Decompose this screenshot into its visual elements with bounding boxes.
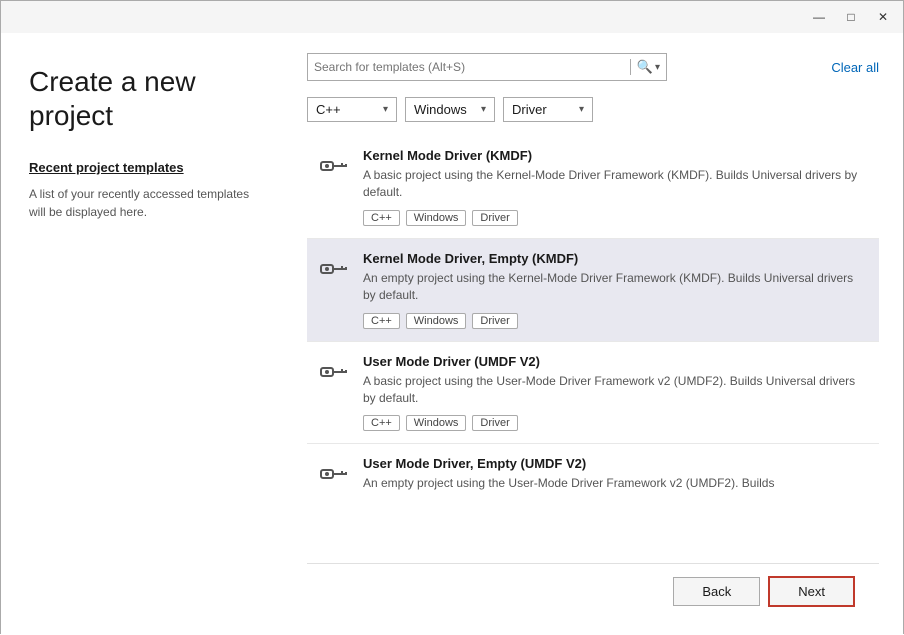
page-title: Create a new project: [29, 65, 263, 132]
template-desc: A basic project using the Kernel-Mode Dr…: [363, 167, 867, 202]
template-item-umdf-v2-empty[interactable]: User Mode Driver, Empty (UMDF V2) An empt…: [307, 444, 879, 512]
driver-icon: [319, 150, 351, 182]
tag-c++: C++: [363, 210, 400, 226]
minimize-button[interactable]: —: [807, 5, 831, 29]
project-type-filter-value: Driver: [512, 102, 547, 117]
project-type-filter[interactable]: Driver ▾: [503, 97, 593, 122]
right-panel: 🔍 ▾ Clear all C++ ▾ Windows ▾ Driver ▾: [291, 33, 903, 635]
template-content: Kernel Mode Driver (KMDF) A basic project…: [363, 148, 867, 226]
template-title: Kernel Mode Driver (KMDF): [363, 148, 867, 163]
tag-windows: Windows: [406, 313, 467, 329]
title-bar: — □ ✕: [1, 1, 903, 33]
tag-driver: Driver: [472, 313, 517, 329]
search-icon-btn[interactable]: 🔍 ▾: [630, 59, 660, 75]
search-dropdown-arrow[interactable]: ▾: [655, 62, 660, 73]
platform-filter-value: Windows: [414, 102, 467, 117]
clear-all-link[interactable]: Clear all: [831, 60, 879, 75]
tag-driver: Driver: [472, 210, 517, 226]
left-panel: Create a new project Recent project temp…: [1, 33, 291, 635]
driver-icon: [319, 253, 351, 285]
template-item-kmdf[interactable]: Kernel Mode Driver (KMDF) A basic project…: [307, 136, 879, 239]
language-filter-value: C++: [316, 102, 341, 117]
template-content: Kernel Mode Driver, Empty (KMDF) An empty…: [363, 251, 867, 329]
tag-c++: C++: [363, 415, 400, 431]
template-tags: C++ Windows Driver: [363, 210, 867, 226]
tag-c++: C++: [363, 313, 400, 329]
platform-filter-arrow: ▾: [481, 104, 486, 115]
template-title: User Mode Driver (UMDF V2): [363, 354, 867, 369]
templates-list: Kernel Mode Driver (KMDF) A basic project…: [307, 136, 879, 563]
project-type-filter-arrow: ▾: [579, 104, 584, 115]
tag-windows: Windows: [406, 210, 467, 226]
template-content: User Mode Driver, Empty (UMDF V2) An empt…: [363, 456, 867, 500]
maximize-button[interactable]: □: [839, 5, 863, 29]
tag-driver: Driver: [472, 415, 517, 431]
close-button[interactable]: ✕: [871, 5, 895, 29]
template-desc: A basic project using the User-Mode Driv…: [363, 373, 867, 408]
template-content: User Mode Driver (UMDF V2) A basic projec…: [363, 354, 867, 432]
main-layout: Create a new project Recent project temp…: [1, 33, 903, 635]
back-button[interactable]: Back: [673, 577, 760, 606]
tag-windows: Windows: [406, 415, 467, 431]
template-tags: C++ Windows Driver: [363, 415, 867, 431]
search-input[interactable]: [314, 60, 630, 74]
next-button[interactable]: Next: [768, 576, 855, 607]
language-filter-arrow: ▾: [383, 104, 388, 115]
search-row: 🔍 ▾ Clear all: [307, 53, 879, 81]
filter-row: C++ ▾ Windows ▾ Driver ▾: [307, 97, 879, 122]
recent-heading: Recent project templates: [29, 160, 263, 175]
template-desc: An empty project using the Kernel-Mode D…: [363, 270, 867, 305]
search-icon: 🔍: [637, 59, 653, 75]
platform-filter[interactable]: Windows ▾: [405, 97, 495, 122]
search-box: 🔍 ▾: [307, 53, 667, 81]
template-desc: An empty project using the User-Mode Dri…: [363, 475, 867, 492]
recent-desc: A list of your recently accessed templat…: [29, 185, 263, 221]
template-title: Kernel Mode Driver, Empty (KMDF): [363, 251, 867, 266]
language-filter[interactable]: C++ ▾: [307, 97, 397, 122]
template-item-kmdf-empty[interactable]: Kernel Mode Driver, Empty (KMDF) An empty…: [307, 239, 879, 342]
footer: Back Next: [307, 563, 879, 619]
driver-icon: [319, 356, 351, 388]
template-tags: C++ Windows Driver: [363, 313, 867, 329]
driver-icon: [319, 458, 351, 490]
template-item-umdf-v2[interactable]: User Mode Driver (UMDF V2) A basic projec…: [307, 342, 879, 445]
template-title: User Mode Driver, Empty (UMDF V2): [363, 456, 867, 471]
